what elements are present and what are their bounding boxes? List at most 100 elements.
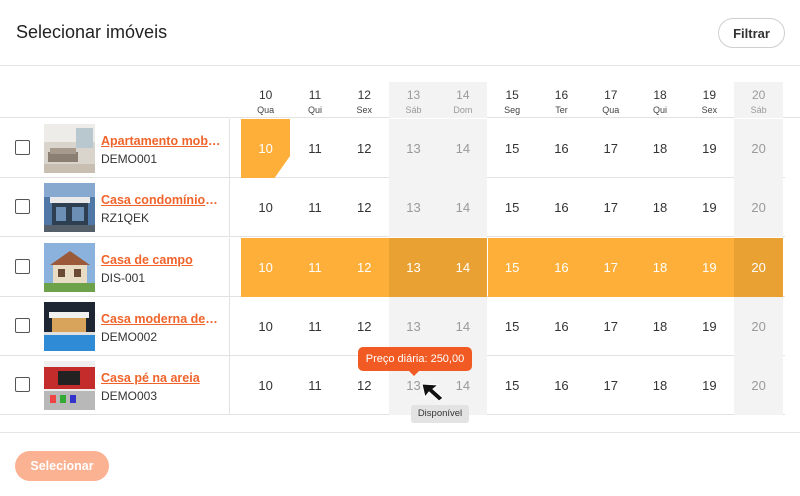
property-checkbox[interactable] [15, 258, 30, 274]
select-button[interactable]: Selecionar [15, 451, 109, 481]
availability-tooltip: Disponível [411, 405, 469, 423]
property-code: DEMO002 [101, 329, 158, 344]
date-weekday: Qui [653, 105, 668, 115]
date-number: 15 [505, 88, 519, 102]
day-cell-20[interactable]: 20 [734, 356, 784, 416]
day-cell-16[interactable]: 16 [536, 237, 587, 297]
day-cell-11[interactable]: 11 [290, 237, 340, 297]
day-cell-20[interactable]: 20 [734, 119, 784, 178]
day-cell-18[interactable]: 18 [635, 356, 684, 415]
day-cell-17[interactable]: 17 [586, 237, 636, 297]
date-number: 18 [653, 88, 667, 102]
date-number: 20 [751, 88, 766, 102]
filter-button[interactable]: Filtrar [718, 18, 785, 48]
day-cell-13[interactable]: 13 [388, 178, 439, 238]
day-cell-16[interactable]: 16 [537, 297, 586, 356]
day-cell-10[interactable]: 10 [241, 297, 290, 356]
property-checkbox[interactable] [15, 377, 30, 393]
day-cell-15[interactable]: 15 [488, 119, 537, 178]
day-cell-14[interactable]: 14 [438, 237, 488, 297]
property-name-link[interactable]: Casa de campo [101, 253, 221, 267]
day-cell-10[interactable]: 10 [241, 237, 291, 297]
property-name-link[interactable]: Casa pé na areia [101, 371, 221, 385]
day-cell-20[interactable]: 20 [734, 296, 784, 356]
day-cell-11[interactable]: 11 [290, 119, 339, 178]
date-weekday: Sex [356, 105, 372, 115]
date-header-20: 20 Sáb [734, 82, 784, 118]
day-cell-14[interactable]: 14 [438, 119, 488, 178]
property-name-link[interactable]: Casa condomínio fechado [101, 193, 221, 207]
day-cell-18[interactable]: 18 [635, 237, 685, 297]
table-row: Casa de campo DIS-001 10 11 12 13 14 15 16 17 18 19… [0, 237, 785, 297]
day-cell-19[interactable]: 19 [684, 237, 734, 297]
date-weekday: Ter [555, 105, 568, 115]
day-cell-12[interactable]: 12 [340, 178, 389, 237]
day-cell-10[interactable]: 10 [241, 119, 291, 178]
day-cell-17[interactable]: 17 [586, 119, 635, 178]
table-row: Apartamento mobiliado DEMO001 101112131415… [0, 119, 785, 178]
date-header-17: 17 Qua [586, 82, 635, 118]
column-divider [229, 178, 230, 238]
property-name-link[interactable]: Apartamento mobiliado [101, 134, 221, 148]
table-row: Casa condomínio fechadoRZ1QEK10111213141… [0, 178, 785, 238]
day-cell-15[interactable]: 15 [488, 356, 537, 415]
date-header-18: 18 Qui [635, 82, 684, 118]
day-cell-11[interactable]: 11 [290, 356, 339, 415]
date-header-16: 16 Ter [537, 82, 586, 118]
date-number: 16 [554, 88, 569, 102]
date-number: 10 [258, 88, 273, 102]
day-cell-20[interactable]: 20 [734, 237, 784, 297]
column-divider [229, 119, 230, 178]
property-thumbnail [44, 301, 95, 351]
day-cell-17[interactable]: 17 [586, 297, 635, 356]
day-cell-11[interactable]: 11 [290, 178, 339, 237]
property-checkbox[interactable] [15, 140, 30, 155]
property-checkbox[interactable] [15, 317, 30, 333]
day-cell-15[interactable]: 15 [487, 237, 537, 297]
day-cell-13[interactable]: 13 [388, 119, 439, 178]
property-checkbox[interactable] [15, 199, 30, 215]
date-weekday: Sáb [405, 105, 422, 115]
date-weekday: Sáb [750, 105, 767, 115]
day-cell-15[interactable]: 15 [488, 178, 537, 237]
day-cell-11[interactable]: 11 [290, 297, 339, 356]
date-header: 10 Qua 11 Qui 12 Sex 13 Sáb 14 Dom 15 Seg 16 Ter 17 Qua… [0, 82, 800, 118]
column-divider [229, 237, 230, 297]
day-cell-19[interactable]: 19 [685, 119, 734, 178]
day-cell-19[interactable]: 19 [685, 297, 734, 356]
day-cell-18[interactable]: 18 [635, 297, 684, 356]
day-cell-19[interactable]: 19 [685, 356, 734, 415]
property-thumbnail [44, 124, 95, 173]
property-thumbnail [44, 183, 95, 233]
page-title: Selecionar imóveis [16, 22, 168, 42]
column-divider [229, 296, 230, 356]
date-header-11: 11 Qui [290, 82, 339, 118]
date-number: 11 [308, 88, 322, 102]
property-name-link[interactable]: Casa moderna de praia [101, 312, 221, 326]
day-cell-16[interactable]: 16 [537, 356, 586, 415]
day-cell-18[interactable]: 18 [635, 119, 684, 178]
date-number: 17 [604, 88, 618, 102]
day-cell-14[interactable]: 14 [438, 178, 488, 238]
day-cell-18[interactable]: 18 [635, 178, 684, 237]
day-cell-10[interactable]: 10 [241, 178, 290, 237]
day-cell-16[interactable]: 16 [537, 119, 586, 178]
day-cell-13[interactable]: 13 [388, 237, 439, 297]
day-cell-17[interactable]: 17 [586, 178, 635, 237]
day-cell-20[interactable]: 20 [734, 178, 784, 238]
modal-footer: Selecionar [0, 432, 800, 496]
day-cell-19[interactable]: 19 [685, 178, 734, 237]
day-cell-16[interactable]: 16 [537, 178, 586, 237]
day-cell-12[interactable]: 12 [340, 119, 389, 178]
property-thumbnail [44, 361, 95, 411]
date-weekday: Sex [701, 105, 718, 115]
day-cell-15[interactable]: 15 [488, 297, 537, 356]
day-cell-12[interactable]: 12 [339, 237, 389, 297]
day-cell-10[interactable]: 10 [241, 356, 290, 415]
property-code: RZ1QEK [101, 211, 150, 226]
property-thumbnail [44, 242, 95, 292]
modal-header: Selecionar imóveis Filtrar [0, 0, 800, 66]
date-number: 19 [702, 88, 717, 102]
date-number: 12 [357, 88, 371, 102]
day-cell-17[interactable]: 17 [586, 356, 635, 415]
